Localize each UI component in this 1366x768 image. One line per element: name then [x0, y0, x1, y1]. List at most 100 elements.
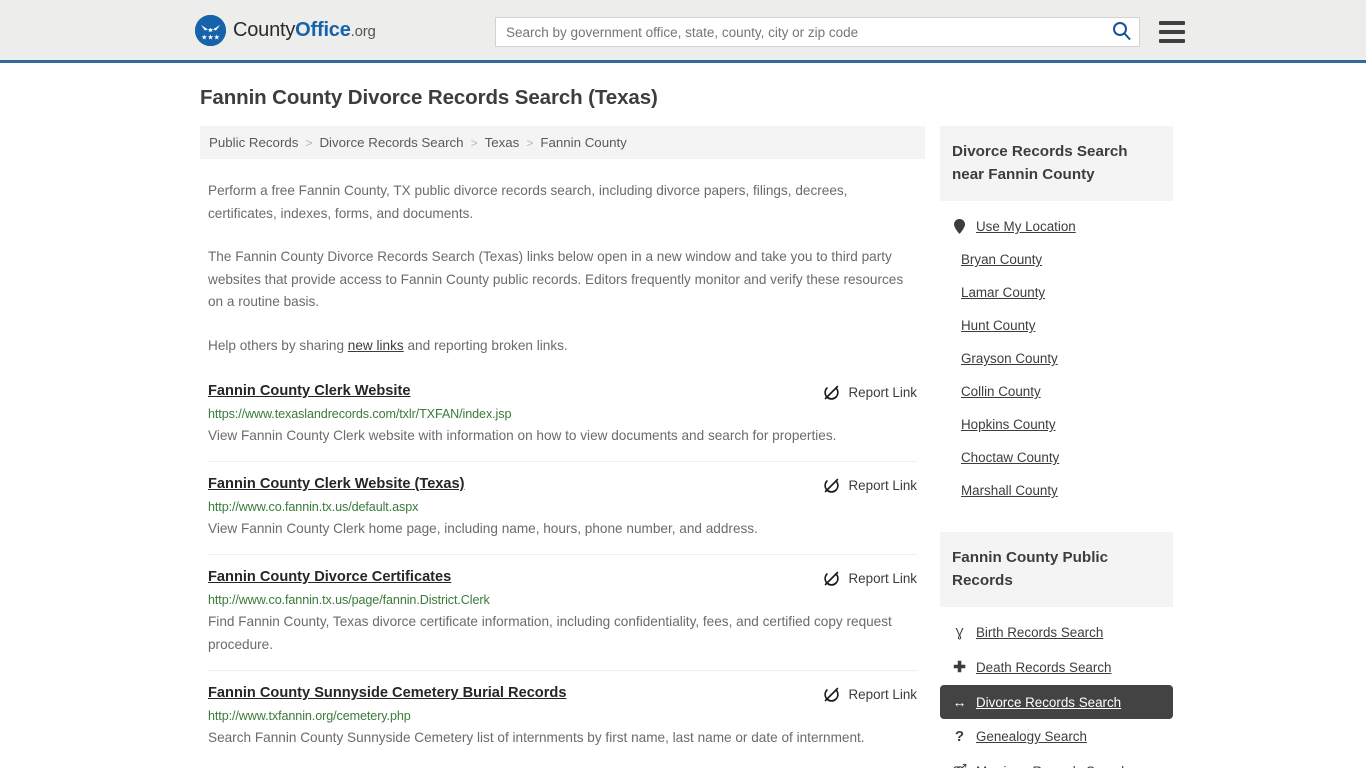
report-link-button[interactable]: Report Link [823, 686, 917, 703]
result-url: https://www.texaslandrecords.com/txlr/TX… [208, 407, 512, 421]
sidebar-item-hunt-county[interactable]: Hunt County [940, 309, 1173, 342]
result-description: Search Fannin County Sunnyside Cemetery … [208, 730, 865, 745]
cross-icon: ✚ [953, 659, 966, 676]
search-box[interactable] [495, 17, 1140, 47]
sidebar-item-genealogy-search[interactable]: ? Genealogy Search [940, 719, 1173, 754]
breadcrumb-separator: > [470, 135, 478, 150]
result-item: Fannin County Divorce Certificates Report… [208, 569, 917, 671]
sidebar-item-divorce-records-search[interactable]: ↔ Divorce Records Search [940, 685, 1173, 719]
broken-link-icon [823, 570, 840, 587]
sidebar-item-marshall-county[interactable]: Marshall County [940, 474, 1173, 507]
breadcrumb-separator: > [526, 135, 534, 150]
site-logo[interactable]: ★★★ CountyOffice.org [195, 14, 376, 46]
sidebar-heading-nearby: Divorce Records Search near Fannin Count… [940, 126, 1173, 201]
sidebar-public-records-list: Ɣ Birth Records Search ✚ Death Records Sear… [940, 616, 1173, 768]
report-link-button[interactable]: Report Link [823, 570, 917, 587]
intro-section: Perform a free Fannin County, TX public … [200, 180, 925, 357]
sidebar-item-collin-county[interactable]: Collin County [940, 375, 1173, 408]
result-description: Find Fannin County, Texas divorce certif… [208, 614, 892, 652]
report-link-button[interactable]: Report Link [823, 384, 917, 401]
sidebar-section-public-records: Fannin County Public Records Ɣ Birth Reco… [940, 532, 1173, 768]
report-link-button[interactable]: Report Link [823, 477, 917, 494]
sidebar-item-choctaw-county[interactable]: Choctaw County [940, 441, 1173, 474]
report-link-label: Report Link [848, 571, 917, 586]
sidebar-item-label: Collin County [961, 384, 1041, 399]
sidebar: Divorce Records Search near Fannin Count… [940, 126, 1173, 768]
sidebar-item-label: Divorce Records Search [976, 694, 1122, 710]
intro-paragraph-2: The Fannin County Divorce Records Search… [208, 249, 904, 309]
result-description: View Fannin County Clerk website with in… [208, 428, 837, 443]
sidebar-item-label: Use My Location [976, 219, 1076, 234]
sidebar-item-label: Marshall County [961, 483, 1058, 498]
hamburger-bar [1159, 39, 1185, 43]
sidebar-item-bryan-county[interactable]: Bryan County [940, 243, 1173, 276]
header-search-area [495, 17, 1185, 47]
logo-text-county: County [233, 18, 296, 41]
breadcrumb-item-divorce-records-search[interactable]: Divorce Records Search [319, 135, 463, 150]
breadcrumb-item-public-records[interactable]: Public Records [209, 135, 298, 150]
sidebar-item-label: Genealogy Search [976, 729, 1087, 744]
result-url: http://www.co.fannin.tx.us/default.aspx [208, 500, 419, 514]
sidebar-item-label: Marriage Records Search [976, 764, 1129, 768]
report-link-label: Report Link [848, 687, 917, 702]
sidebar-item-birth-records-search[interactable]: Ɣ Birth Records Search [940, 616, 1173, 649]
search-button[interactable] [1110, 21, 1133, 43]
map-pin-icon [952, 219, 967, 234]
result-header: Fannin County Clerk Website (Texas) Repor… [208, 476, 917, 494]
sidebar-item-death-records-search[interactable]: ✚ Death Records Search [940, 649, 1173, 685]
sidebar-heading-public-records: Fannin County Public Records [940, 532, 1173, 607]
result-header: Fannin County Clerk Website Report Link [208, 383, 917, 401]
logo-wordmark: CountyOffice.org [233, 19, 376, 42]
sidebar-item-label: Choctaw County [961, 450, 1060, 465]
logo-text-org: .org [350, 22, 376, 40]
result-title-link[interactable]: Fannin County Clerk Website [208, 383, 410, 399]
eagle-shield-icon: ★★★ [195, 14, 226, 46]
sidebar-item-label: Grayson County [961, 351, 1058, 366]
result-title-link[interactable]: Fannin County Sunnyside Cemetery Burial … [208, 685, 566, 701]
page-container: Fannin County Divorce Records Search (Te… [0, 63, 1366, 768]
main-column: Public Records > Divorce Records Search > Te… [200, 126, 925, 768]
page-title: Fannin County Divorce Records Search (Te… [200, 86, 658, 109]
hamburger-bar [1159, 30, 1185, 34]
svg-text:★★★: ★★★ [201, 33, 220, 41]
site-header: ★★★ CountyOffice.org [0, 0, 1366, 63]
result-description: View Fannin County Clerk home page, incl… [208, 521, 758, 536]
hamburger-menu-icon[interactable] [1159, 21, 1185, 43]
breadcrumb: Public Records > Divorce Records Search > Te… [200, 126, 925, 159]
result-header: Fannin County Sunnyside Cemetery Burial … [208, 685, 917, 703]
new-links-link[interactable]: new links [348, 338, 404, 353]
result-title-link[interactable]: Fannin County Clerk Website (Texas) [208, 476, 465, 492]
sidebar-item-label: Hopkins County [961, 417, 1056, 432]
intro-p3-after: and reporting broken links. [403, 337, 568, 353]
intro-paragraph-1: Perform a free Fannin County, TX public … [208, 183, 848, 221]
report-link-label: Report Link [848, 478, 917, 493]
report-link-label: Report Link [848, 385, 917, 400]
breadcrumb-separator: > [305, 135, 313, 150]
result-item: Fannin County Clerk Website (Texas) Repor… [208, 476, 917, 555]
sidebar-item-label: Lamar County [961, 285, 1046, 300]
result-header: Fannin County Divorce Certificates Report… [208, 569, 917, 587]
intro-p3-before: Help others by sharing [208, 337, 348, 353]
question-mark-icon: ? [954, 728, 965, 745]
sidebar-item-label: Hunt County [961, 318, 1036, 333]
search-input[interactable] [506, 24, 1110, 40]
result-title-link[interactable]: Fannin County Divorce Certificates [208, 569, 451, 585]
broken-link-icon [823, 477, 840, 494]
male-female-icon: ⚤ [952, 763, 967, 768]
sidebar-item-label: Death Records Search [976, 659, 1112, 675]
sidebar-item-label: Bryan County [961, 252, 1043, 267]
sidebar-item-lamar-county[interactable]: Lamar County [940, 276, 1173, 309]
result-item: Fannin County Clerk Website Report Link ht… [208, 383, 917, 462]
sidebar-item-use-my-location[interactable]: Use My Location [940, 210, 1173, 243]
breadcrumb-item-fannin-county: Fannin County [540, 135, 627, 150]
result-url: http://www.co.fannin.tx.us/page/fannin.D… [208, 593, 490, 607]
result-url: http://www.txfannin.org/cemetery.php [208, 709, 411, 723]
sidebar-item-label: Birth Records Search [976, 625, 1104, 640]
broken-link-icon [823, 686, 840, 703]
sidebar-item-grayson-county[interactable]: Grayson County [940, 342, 1173, 375]
sidebar-item-marriage-records-search[interactable]: ⚤ Marriage Records Search [940, 754, 1173, 768]
sidebar-item-hopkins-county[interactable]: Hopkins County [940, 408, 1173, 441]
search-icon [1112, 21, 1131, 43]
left-right-arrow-icon: ↔ [952, 694, 967, 710]
breadcrumb-item-texas[interactable]: Texas [485, 135, 520, 150]
